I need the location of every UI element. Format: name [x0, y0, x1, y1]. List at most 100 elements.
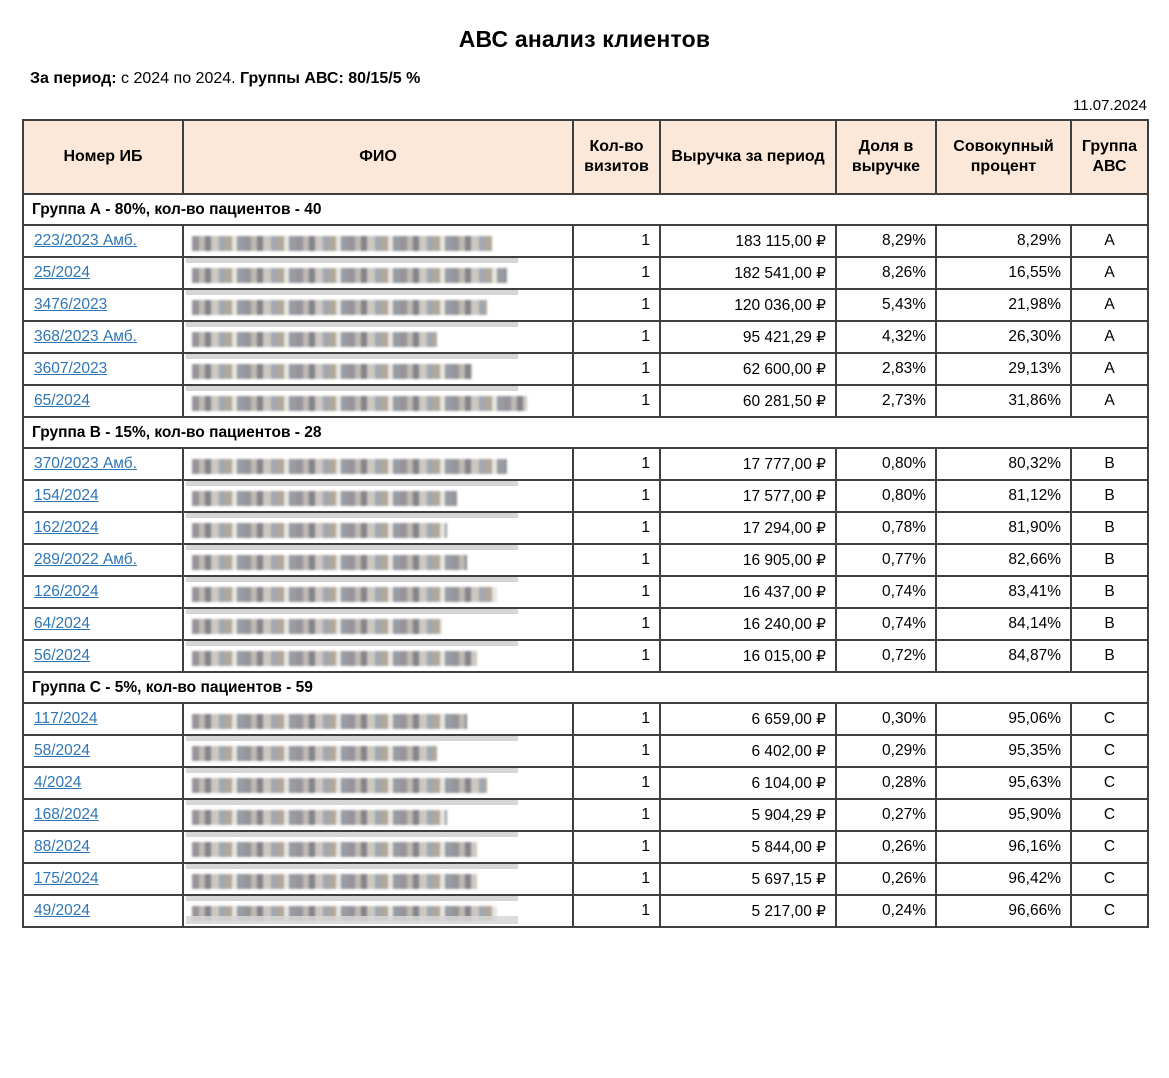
patient-record-link[interactable]: 168/2024	[34, 806, 99, 823]
blur-artifact-bar	[186, 353, 518, 359]
patient-record-link[interactable]: 56/2024	[34, 647, 90, 664]
patient-row: 368/2023 Амб.195 421,29 ₽4,32%26,30%А	[23, 321, 1148, 353]
fio-cell	[183, 863, 573, 895]
revenue-cell: 16 240,00 ₽	[660, 608, 836, 640]
patient-name-blurred	[192, 746, 437, 761]
patient-name-blurred	[192, 459, 507, 474]
cumulative-cell: 81,12%	[936, 480, 1071, 512]
ib-cell: 3607/2023	[23, 353, 183, 385]
patient-name-blurred	[192, 491, 457, 506]
visits-cell: 1	[573, 512, 660, 544]
blur-artifact-bar	[186, 512, 518, 518]
share-cell: 0,27%	[836, 799, 936, 831]
revenue-cell: 17 777,00 ₽	[660, 448, 836, 480]
fio-cell	[183, 257, 573, 289]
cumulative-cell: 96,66%	[936, 895, 1071, 927]
patient-row: 175/202415 697,15 ₽0,26%96,42%С	[23, 863, 1148, 895]
ib-cell: 368/2023 Амб.	[23, 321, 183, 353]
revenue-cell: 182 541,00 ₽	[660, 257, 836, 289]
group-letter-cell: А	[1071, 257, 1148, 289]
col-header-group: Группа АВС	[1071, 120, 1148, 194]
revenue-cell: 120 036,00 ₽	[660, 289, 836, 321]
patient-record-link[interactable]: 58/2024	[34, 742, 90, 759]
patient-name-blurred	[192, 778, 487, 793]
fio-cell	[183, 289, 573, 321]
period-value: с 2024 по 2024.	[121, 70, 236, 87]
ib-cell: 64/2024	[23, 608, 183, 640]
group-header-row-2: Группа В - 15%, кол-во пациентов - 28	[23, 417, 1148, 448]
patient-row: 4/202416 104,00 ₽0,28%95,63%С	[23, 767, 1148, 799]
visits-cell: 1	[573, 640, 660, 672]
patient-record-link[interactable]: 154/2024	[34, 487, 99, 504]
patient-record-link[interactable]: 126/2024	[34, 583, 99, 600]
abc-groups-value: 80/15/5 %	[348, 70, 420, 87]
ib-cell: 25/2024	[23, 257, 183, 289]
patient-record-link[interactable]: 117/2024	[34, 710, 98, 727]
revenue-cell: 60 281,50 ₽	[660, 385, 836, 417]
visits-cell: 1	[573, 448, 660, 480]
group-letter-cell: С	[1071, 703, 1148, 735]
revenue-cell: 16 437,00 ₽	[660, 576, 836, 608]
patient-record-link[interactable]: 49/2024	[34, 902, 90, 919]
group-letter-cell: А	[1071, 385, 1148, 417]
group-letter-cell: С	[1071, 831, 1148, 863]
patient-name-blurred	[192, 364, 472, 379]
col-header-visits: Кол-во визитов	[573, 120, 660, 194]
group-letter-cell: В	[1071, 608, 1148, 640]
patient-row: 117/202416 659,00 ₽0,30%95,06%С	[23, 703, 1148, 735]
group-letter-cell: В	[1071, 480, 1148, 512]
patient-record-link[interactable]: 162/2024	[34, 519, 99, 536]
visits-cell: 1	[573, 799, 660, 831]
patient-row: 65/2024160 281,50 ₽2,73%31,86%А	[23, 385, 1148, 417]
patient-row: 25/20241182 541,00 ₽8,26%16,55%А	[23, 257, 1148, 289]
share-cell: 2,73%	[836, 385, 936, 417]
revenue-cell: 16 015,00 ₽	[660, 640, 836, 672]
patient-name-blurred	[192, 874, 477, 889]
group-letter-cell: С	[1071, 799, 1148, 831]
ib-cell: 65/2024	[23, 385, 183, 417]
patient-row: 289/2022 Амб.116 905,00 ₽0,77%82,66%В	[23, 544, 1148, 576]
visits-cell: 1	[573, 608, 660, 640]
patient-row: 64/2024116 240,00 ₽0,74%84,14%В	[23, 608, 1148, 640]
group-header-row-3: Группа С - 5%, кол-во пациентов - 59	[23, 672, 1148, 703]
ib-cell: 162/2024	[23, 512, 183, 544]
visits-cell: 1	[573, 544, 660, 576]
revenue-cell: 183 115,00 ₽	[660, 225, 836, 257]
cumulative-cell: 31,86%	[936, 385, 1071, 417]
cumulative-cell: 81,90%	[936, 512, 1071, 544]
cumulative-cell: 21,98%	[936, 289, 1071, 321]
fio-cell	[183, 576, 573, 608]
patient-record-link[interactable]: 88/2024	[34, 838, 90, 855]
col-header-cumulative: Совокупный процент	[936, 120, 1071, 194]
patient-record-link[interactable]: 370/2023 Амб.	[34, 455, 137, 472]
blur-artifact-bar	[186, 289, 518, 295]
revenue-cell: 6 104,00 ₽	[660, 767, 836, 799]
patient-record-link[interactable]: 64/2024	[34, 615, 90, 632]
revenue-cell: 95 421,29 ₽	[660, 321, 836, 353]
share-cell: 5,43%	[836, 289, 936, 321]
patient-record-link[interactable]: 4/2024	[34, 774, 81, 791]
patient-row: 56/2024116 015,00 ₽0,72%84,87%В	[23, 640, 1148, 672]
patient-record-link[interactable]: 65/2024	[34, 392, 90, 409]
visits-cell: 1	[573, 353, 660, 385]
group-label: Группа С - 5%, кол-во пациентов - 59	[23, 672, 1148, 703]
patient-record-link[interactable]: 3607/2023	[34, 360, 107, 377]
patient-record-link[interactable]: 368/2023 Амб.	[34, 328, 137, 345]
share-cell: 0,72%	[836, 640, 936, 672]
fio-cell	[183, 225, 573, 257]
revenue-cell: 5 217,00 ₽	[660, 895, 836, 927]
patient-record-link[interactable]: 175/2024	[34, 870, 99, 887]
revenue-cell: 5 697,15 ₽	[660, 863, 836, 895]
visits-cell: 1	[573, 895, 660, 927]
patient-record-link[interactable]: 223/2023 Амб.	[34, 232, 137, 249]
fio-cell	[183, 703, 573, 735]
patient-record-link[interactable]: 25/2024	[34, 264, 90, 281]
patient-record-link[interactable]: 3476/2023	[34, 296, 107, 313]
patient-name-blurred	[192, 300, 487, 315]
patient-record-link[interactable]: 289/2022 Амб.	[34, 551, 137, 568]
group-letter-cell: С	[1071, 735, 1148, 767]
fio-cell	[183, 799, 573, 831]
ib-cell: 56/2024	[23, 640, 183, 672]
patient-name-blurred	[192, 587, 497, 602]
patient-row: 154/2024117 577,00 ₽0,80%81,12%В	[23, 480, 1148, 512]
